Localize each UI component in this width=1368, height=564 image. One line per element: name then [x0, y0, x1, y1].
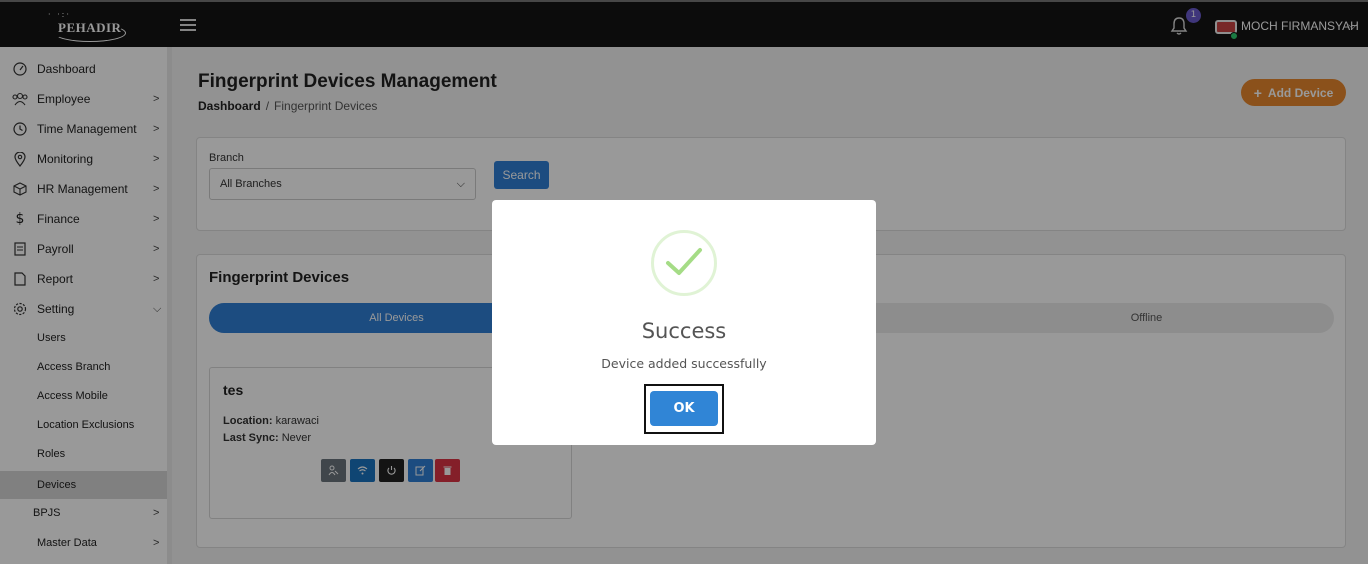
dialog-title: Success — [641, 319, 727, 343]
success-dialog: Success Device added successfully OK — [492, 200, 876, 445]
success-check-icon — [651, 230, 717, 296]
dialog-message: Device added successfully — [601, 356, 767, 371]
ok-button[interactable]: OK — [650, 391, 718, 426]
